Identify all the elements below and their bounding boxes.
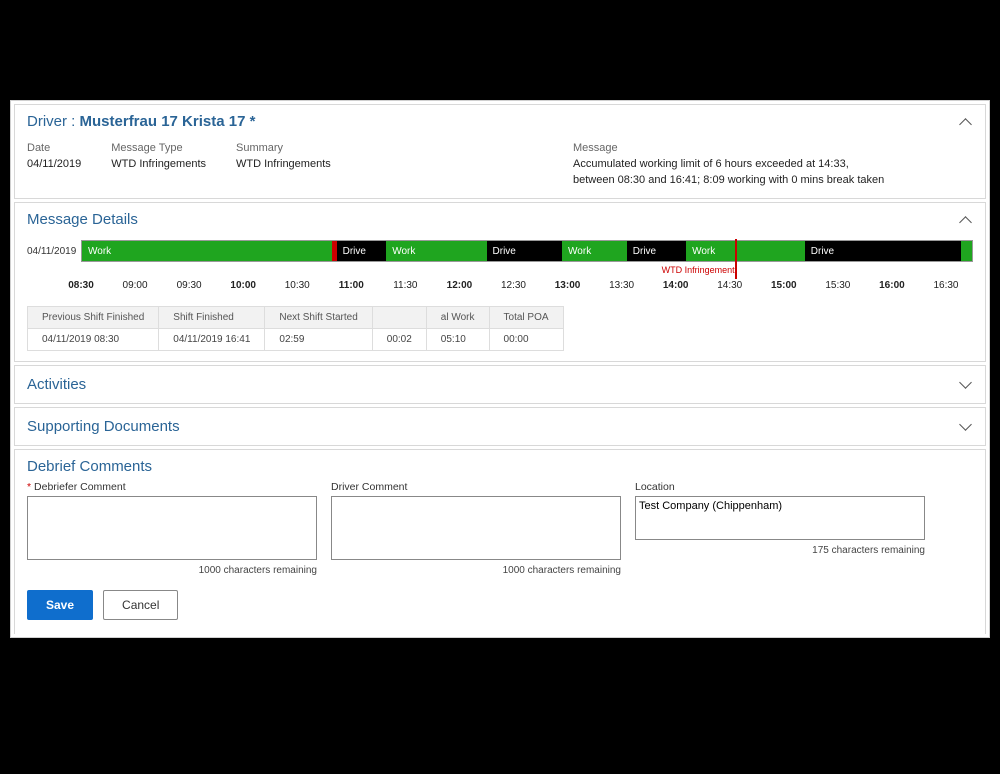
message-line2: between 08:30 and 16:41; 8:09 working wi… [573, 174, 953, 186]
infringement-marker [735, 239, 737, 279]
message-line1: Accumulated working limit of 6 hours exc… [573, 158, 953, 170]
chevron-up-icon[interactable] [959, 115, 973, 129]
time-tick: 11:00 [339, 280, 364, 291]
th-prev-shift: Previous Shift Finished [28, 307, 159, 329]
time-tick: 15:00 [771, 280, 797, 291]
time-tick: 15:30 [825, 280, 850, 291]
driver-summary-row: Date 04/11/2019 Message Type WTD Infring… [15, 138, 985, 198]
timeline-segment-work: Work [562, 241, 627, 261]
message-details-title: Message Details [27, 211, 138, 228]
cancel-button[interactable]: Cancel [103, 590, 178, 620]
driver-panel-header[interactable]: Driver : Musterfrau 17 Krista 17 * [15, 105, 985, 138]
date-value: 04/11/2019 [27, 158, 81, 170]
chevron-up-icon[interactable] [959, 213, 973, 227]
summary-value: WTD Infringements [236, 158, 331, 170]
timeline: 04/11/2019 WorkDriveWorkDriveWorkDriveWo… [15, 236, 985, 298]
time-tick: 14:00 [663, 280, 689, 291]
time-tick: 16:00 [879, 280, 905, 291]
driver-name: Musterfrau 17 Krista 17 * [80, 113, 256, 130]
th-total-poa: Total POA [489, 307, 563, 329]
time-tick: 11:30 [393, 280, 417, 291]
td-shift-finished: 04/11/2019 16:41 [159, 329, 265, 351]
location-col: Location 175 characters remaining [635, 481, 925, 576]
th-col-a [372, 307, 426, 329]
time-axis: 08:3009:0009:3010:0010:3011:0011:3012:00… [81, 280, 973, 294]
message-label: Message [573, 142, 953, 154]
debrief-comments-title: Debrief Comments [27, 458, 152, 475]
field-date: Date 04/11/2019 [27, 142, 81, 186]
shift-table-header-row: Previous Shift Finished Shift Finished N… [28, 307, 564, 329]
timeline-segment-work: Work [82, 241, 332, 261]
driver-title: Driver : Musterfrau 17 Krista 17 * [27, 113, 255, 130]
debriefer-comment-label: Debriefer Comment [27, 481, 317, 493]
timeline-segment-drive: Drive [337, 241, 387, 261]
message-details-panel: Message Details 04/11/2019 WorkDriveWork… [14, 202, 986, 362]
timeline-segment-drive: Drive [805, 241, 961, 261]
timeline-bar: WorkDriveWorkDriveWorkDriveWorkDriveWTD … [81, 240, 973, 262]
chevron-down-icon[interactable] [959, 420, 973, 434]
field-summary: Summary WTD Infringements [236, 142, 331, 186]
field-message: Message Accumulated working limit of 6 h… [573, 142, 953, 186]
debriefer-comment-input[interactable] [27, 496, 317, 560]
save-button[interactable]: Save [27, 590, 93, 620]
timeline-segment-end [961, 241, 972, 261]
time-tick: 13:30 [609, 280, 634, 291]
driver-panel: Driver : Musterfrau 17 Krista 17 * Date … [14, 104, 986, 199]
summary-label: Summary [236, 142, 331, 154]
timeline-segment-drive: Drive [627, 241, 686, 261]
timeline-row-date: 04/11/2019 [27, 246, 81, 257]
debrief-comments-header: Debrief Comments [15, 450, 985, 477]
debriefer-remaining: 1000 characters remaining [27, 565, 317, 576]
infringement-label: WTD Infringement [662, 265, 735, 275]
button-row: Save Cancel [15, 590, 985, 634]
time-tick: 09:00 [123, 280, 148, 291]
th-shift-finished: Shift Finished [159, 307, 265, 329]
td-col-a: 00:02 [372, 329, 426, 351]
time-tick: 09:30 [177, 280, 202, 291]
timeline-segment-work: Work [386, 241, 486, 261]
th-al-work: al Work [426, 307, 489, 329]
shift-table: Previous Shift Finished Shift Finished N… [27, 306, 564, 351]
supporting-documents-title: Supporting Documents [27, 418, 180, 435]
time-tick: 08:30 [68, 280, 94, 291]
supporting-documents-panel: Supporting Documents [14, 407, 986, 446]
activities-panel: Activities [14, 365, 986, 404]
comments-body: Debriefer Comment 1000 characters remain… [15, 477, 985, 590]
message-details-header[interactable]: Message Details [15, 203, 985, 236]
th-next-shift: Next Shift Started [265, 307, 372, 329]
activities-title: Activities [27, 376, 86, 393]
td-total-poa: 00:00 [489, 329, 563, 351]
location-input[interactable] [635, 496, 925, 540]
date-label: Date [27, 142, 81, 154]
chevron-down-icon[interactable] [959, 378, 973, 392]
driver-remaining: 1000 characters remaining [331, 565, 621, 576]
driver-comment-col: Driver Comment 1000 characters remaining [331, 481, 621, 576]
location-label: Location [635, 481, 925, 493]
td-next-shift: 02:59 [265, 329, 372, 351]
debriefer-comment-col: Debriefer Comment 1000 characters remain… [27, 481, 317, 576]
time-tick: 14:30 [717, 280, 742, 291]
message-type-value: WTD Infringements [111, 158, 206, 170]
shift-table-row: 04/11/2019 08:30 04/11/2019 16:41 02:59 … [28, 329, 564, 351]
debrief-comments-panel: Debrief Comments Debriefer Comment 1000 … [14, 449, 986, 634]
timeline-segment-drive: Drive [487, 241, 563, 261]
time-tick: 12:00 [447, 280, 473, 291]
supporting-documents-header[interactable]: Supporting Documents [15, 408, 985, 445]
time-tick: 13:00 [555, 280, 581, 291]
field-message-type: Message Type WTD Infringements [111, 142, 206, 186]
time-tick: 10:00 [230, 280, 256, 291]
location-remaining: 175 characters remaining [635, 545, 925, 556]
activities-header[interactable]: Activities [15, 366, 985, 403]
message-type-label: Message Type [111, 142, 206, 154]
td-prev-shift: 04/11/2019 08:30 [28, 329, 159, 351]
driver-label: Driver : [27, 113, 75, 130]
td-al-work: 05:10 [426, 329, 489, 351]
time-tick: 10:30 [285, 280, 310, 291]
timeline-segment-work: Work [686, 241, 805, 261]
driver-comment-input[interactable] [331, 496, 621, 560]
driver-comment-label: Driver Comment [331, 481, 621, 493]
time-tick: 16:30 [933, 280, 958, 291]
time-tick: 12:30 [501, 280, 526, 291]
